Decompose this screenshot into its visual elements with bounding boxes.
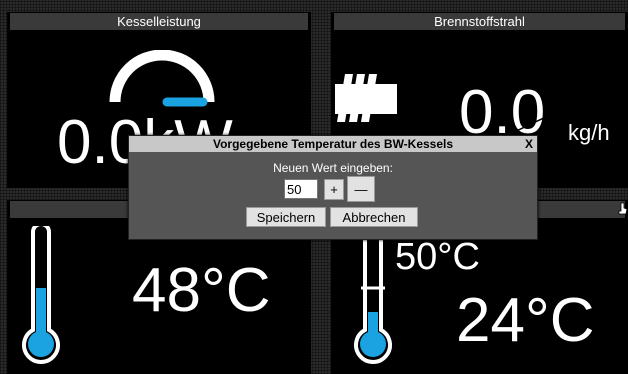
- increment-button[interactable]: +: [324, 179, 344, 200]
- dialog-prompt: Neuen Wert eingeben:: [273, 161, 393, 175]
- close-button[interactable]: X: [525, 136, 533, 152]
- temperature-input[interactable]: [284, 179, 318, 199]
- dialog-title: Vorgegebene Temperatur des BW-Kessels: [129, 136, 537, 152]
- decrement-button[interactable]: —: [347, 176, 375, 202]
- cancel-button[interactable]: Abbrechen: [330, 207, 418, 227]
- save-button[interactable]: Speichern: [246, 207, 326, 227]
